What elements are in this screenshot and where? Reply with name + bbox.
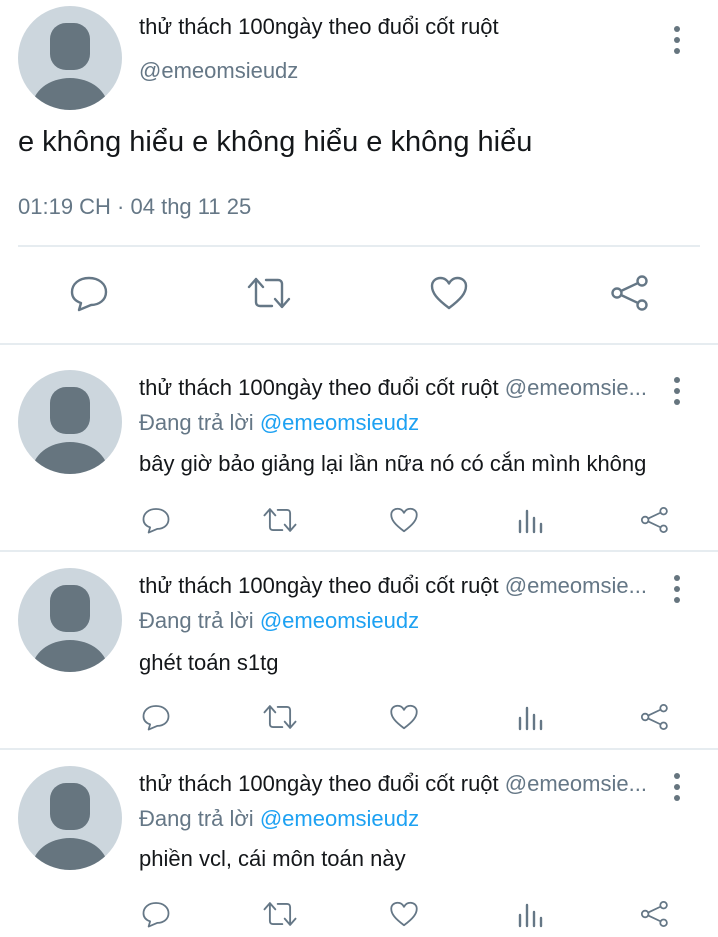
analytics-icon [518, 509, 543, 534]
author-name[interactable]: thử thách 100ngày theo đuổi cốt ruột [139, 771, 499, 796]
replying-to-label: Đang trả lời [139, 806, 254, 831]
reply-icon [70, 276, 108, 312]
share-button[interactable] [636, 699, 672, 735]
share-icon [611, 275, 648, 311]
heart-icon [390, 507, 418, 533]
retweet-icon [263, 508, 297, 532]
avatar[interactable] [18, 766, 122, 870]
replying-to-link[interactable]: @emeomsieudz [260, 410, 419, 435]
divider [0, 748, 718, 750]
retweet-button[interactable] [260, 896, 300, 932]
reply-button[interactable] [64, 268, 114, 318]
heart-icon [430, 276, 468, 310]
author-handle[interactable]: @emeomsie... [505, 573, 647, 598]
retweet-icon [263, 705, 297, 729]
share-icon [640, 506, 668, 534]
retweet-button[interactable] [243, 268, 295, 318]
analytics-button[interactable] [512, 502, 548, 538]
reply-button[interactable] [138, 699, 174, 735]
reply-text: phiền vcl, cái môn toán này [139, 846, 406, 871]
reply-text: ghét toán s1tg [139, 650, 279, 675]
reply-button[interactable] [138, 502, 174, 538]
avatar[interactable] [18, 568, 122, 672]
retweet-button[interactable] [260, 502, 300, 538]
author-name[interactable]: thử thách 100ngày theo đuổi cốt ruột [139, 573, 499, 598]
author-name[interactable]: thử thách 100ngày theo đuổi cốt ruột [139, 14, 499, 40]
tweet-timestamp: 01:19 CH · 04 thg 11 25 [18, 194, 252, 219]
replying-to-link[interactable]: @emeomsieudz [260, 608, 419, 633]
reply-icon [142, 508, 170, 534]
tweet-text: e không hiểu e không hiểu e không hiểu [18, 126, 533, 158]
share-button[interactable] [604, 268, 654, 318]
reply-text: bây giờ bảo giảng lại lần nữa nó có cắn … [139, 451, 647, 476]
reply-icon [142, 705, 170, 731]
like-button[interactable] [386, 896, 422, 932]
reply-icon [142, 902, 170, 928]
avatar[interactable] [18, 6, 122, 110]
analytics-button[interactable] [512, 896, 548, 932]
divider [0, 343, 718, 345]
analytics-icon [518, 903, 543, 928]
author-handle[interactable]: @emeomsie... [505, 771, 647, 796]
more-vertical-icon[interactable] [672, 26, 682, 56]
like-button[interactable] [424, 268, 474, 318]
replying-to-label: Đang trả lời [139, 608, 254, 633]
heart-icon [390, 704, 418, 730]
like-button[interactable] [386, 699, 422, 735]
reply-button[interactable] [138, 896, 174, 932]
avatar[interactable] [18, 370, 122, 474]
divider [0, 550, 718, 552]
more-vertical-icon[interactable] [672, 377, 682, 407]
more-vertical-icon[interactable] [672, 773, 682, 803]
retweet-icon [247, 277, 291, 309]
retweet-button[interactable] [260, 699, 300, 735]
replying-to-label: Đang trả lời [139, 410, 254, 435]
analytics-button[interactable] [512, 699, 548, 735]
heart-icon [390, 901, 418, 927]
analytics-icon [518, 706, 543, 731]
author-handle[interactable]: @emeomsie... [505, 375, 647, 400]
more-vertical-icon[interactable] [672, 575, 682, 605]
divider [18, 245, 700, 247]
share-icon [640, 703, 668, 731]
author-name[interactable]: thử thách 100ngày theo đuổi cốt ruột [139, 375, 499, 400]
retweet-icon [263, 902, 297, 926]
share-button[interactable] [636, 502, 672, 538]
replying-to-link[interactable]: @emeomsieudz [260, 806, 419, 831]
share-button[interactable] [636, 896, 672, 932]
author-handle[interactable]: @emeomsieudz [139, 58, 298, 84]
share-icon [640, 900, 668, 928]
like-button[interactable] [386, 502, 422, 538]
